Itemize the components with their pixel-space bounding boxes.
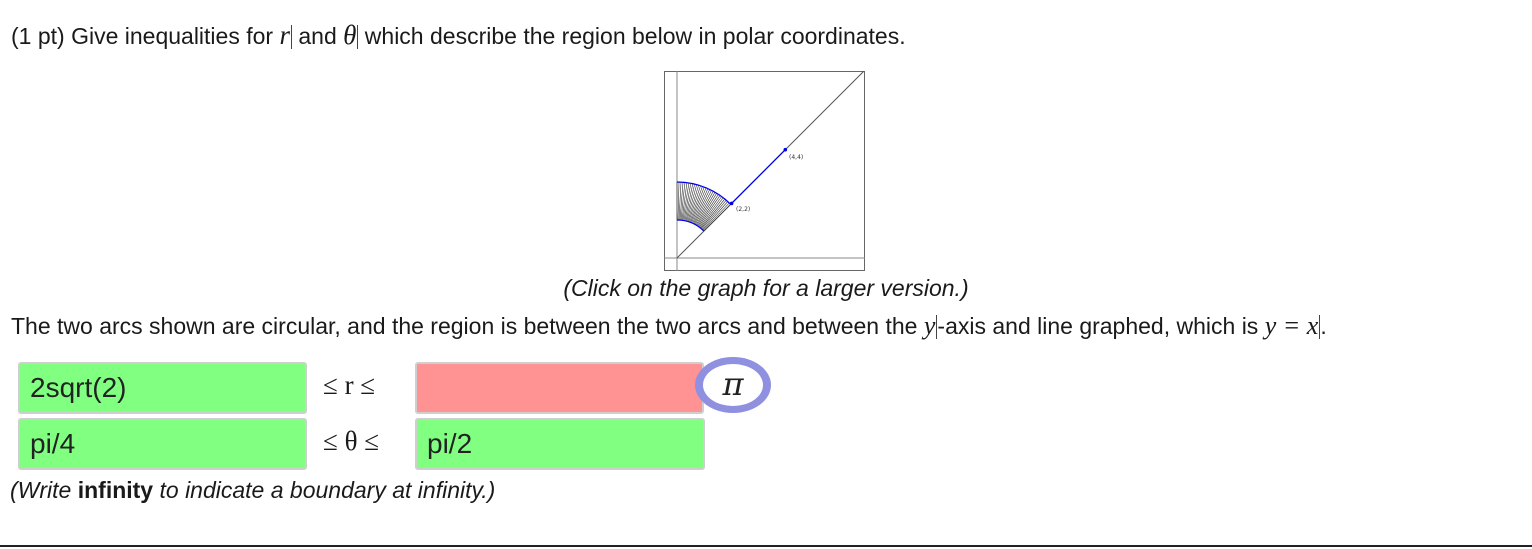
inner-point: [729, 201, 734, 206]
region-description: The two arcs shown are circular, and the…: [11, 311, 1327, 341]
region-graph[interactable]: (4,4) (2,2): [664, 70, 865, 271]
cursor-mark: [357, 25, 359, 49]
description-text-3: .: [1320, 313, 1327, 339]
theta-upper-bound-input[interactable]: [415, 418, 705, 470]
theta-inequality-label: ≤ θ ≤: [323, 426, 380, 456]
r-inequality-label: ≤ r ≤: [323, 370, 376, 400]
hint-bold: infinity: [77, 477, 154, 503]
bottom-divider: [0, 545, 1532, 547]
pi-button[interactable]: π: [695, 357, 771, 413]
graph-caption[interactable]: (Click on the graph for a larger version…: [0, 275, 1532, 302]
points-label: (1 pt): [11, 23, 65, 49]
line-equation: y = x: [1264, 311, 1319, 340]
var-y: y: [923, 311, 936, 340]
description-text-2: -axis and line graphed, which is: [937, 313, 1259, 339]
r-upper-bound-input[interactable]: [415, 362, 704, 414]
question-text: (1 pt) Give inequalities for r and θ whi…: [11, 20, 906, 51]
outer-point: [783, 147, 788, 152]
r-lower-bound-input[interactable]: [18, 362, 307, 414]
inner-point-label: (2,2): [736, 206, 750, 213]
var-r: r: [279, 20, 290, 50]
hint-before: (Write: [10, 477, 72, 503]
question-text-and: and: [298, 23, 337, 49]
var-theta: θ: [343, 20, 357, 50]
theta-lower-bound-input[interactable]: [18, 418, 307, 470]
question-text-before: Give inequalities for: [71, 23, 274, 49]
outer-point-label: (4,4): [789, 154, 803, 161]
question-text-after: which describe the region below in polar…: [364, 23, 906, 49]
description-text-1: The two arcs shown are circular, and the…: [11, 313, 918, 339]
infinity-hint: (Write infinity to indicate a boundary a…: [10, 477, 495, 504]
pi-icon: π: [703, 364, 763, 406]
cursor-mark: [290, 25, 292, 49]
hint-after: to indicate a boundary at infinity.): [159, 477, 496, 503]
